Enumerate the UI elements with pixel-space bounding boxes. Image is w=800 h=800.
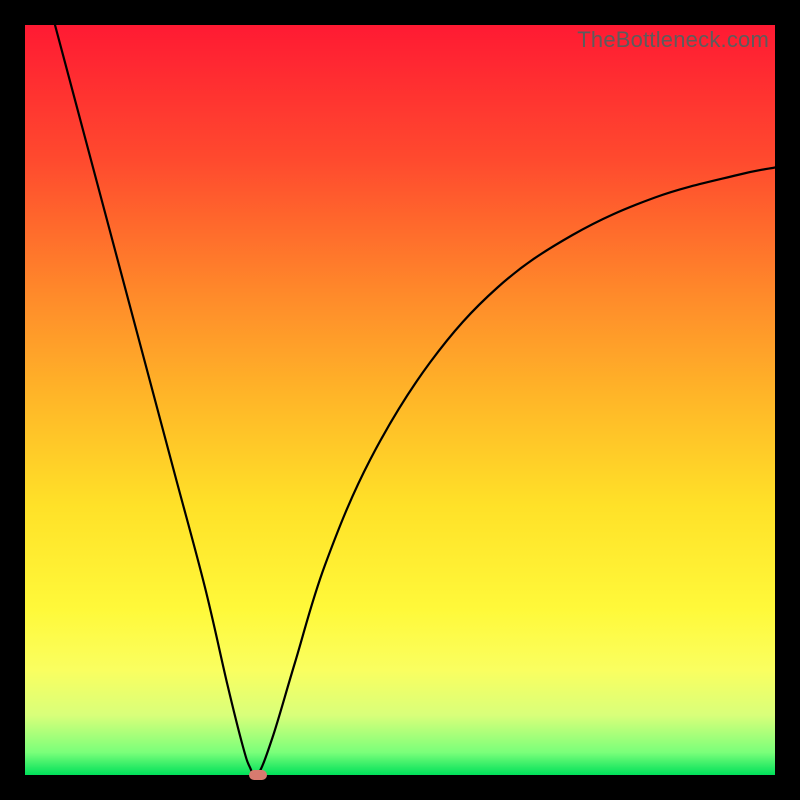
bottleneck-curve bbox=[25, 25, 775, 775]
plot-area: TheBottleneck.com bbox=[25, 25, 775, 775]
minimum-marker bbox=[249, 770, 267, 780]
watermark-text: TheBottleneck.com bbox=[577, 27, 769, 53]
chart-frame: TheBottleneck.com bbox=[0, 0, 800, 800]
